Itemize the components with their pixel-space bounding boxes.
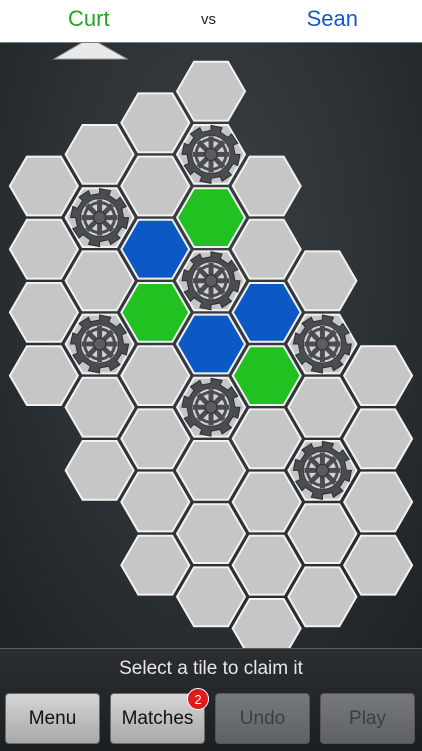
gear-icon: [69, 187, 130, 248]
hex-tile-empty[interactable]: [287, 376, 358, 438]
player2-name: Sean: [306, 6, 358, 31]
hex-tile-empty[interactable]: [287, 566, 358, 628]
hex-tile-empty[interactable]: [175, 503, 247, 564]
hex-tile-empty[interactable]: [8, 155, 80, 217]
footer-bar: Select a tile to claim it Menu Matches U…: [0, 648, 422, 751]
hex-tile-empty[interactable]: [342, 471, 414, 533]
hex-tile-gear: [175, 376, 247, 438]
hex-tile-empty[interactable]: [287, 503, 358, 564]
hex-tile-empty[interactable]: [175, 440, 247, 501]
hex-tile-empty[interactable]: [342, 408, 414, 470]
versus-label: vs: [201, 11, 216, 28]
hex-tile-gear: [287, 313, 358, 375]
hex-tile-empty[interactable]: [287, 250, 358, 312]
status-message: Select a tile to claim it: [119, 658, 303, 679]
gear-icon: [292, 314, 353, 374]
hex-tile-empty[interactable]: [8, 218, 80, 280]
player1-name: Curt: [68, 6, 110, 31]
hex-tile-green: [231, 345, 302, 406]
hex-tile-blue: [175, 313, 247, 375]
hex-tile-empty[interactable]: [64, 376, 135, 438]
hex-tile-empty[interactable]: [120, 534, 191, 596]
hex-tile-empty[interactable]: [342, 534, 414, 596]
game-board-area: [0, 42, 422, 649]
hex-tile-blue: [231, 282, 302, 343]
matches-count-badge: 2: [187, 688, 209, 710]
hex-tile-empty[interactable]: [8, 345, 80, 406]
play-button[interactable]: Play: [320, 693, 415, 744]
hex-tile-empty[interactable]: [231, 534, 302, 596]
hex-tile-empty[interactable]: [175, 60, 247, 122]
hex-tile-empty[interactable]: [8, 282, 80, 343]
scoreboard-header: Curt vs Sean: [0, 0, 422, 42]
hex-tile-green: [120, 282, 191, 343]
hex-tile-empty[interactable]: [120, 345, 191, 406]
hex-tile-green: [175, 187, 247, 248]
hex-tile-empty[interactable]: [120, 92, 191, 154]
menu-button[interactable]: Menu: [5, 693, 100, 744]
hex-tile-empty[interactable]: [120, 408, 191, 470]
gear-icon: [292, 440, 353, 501]
hex-tile-empty[interactable]: [231, 471, 302, 533]
hex-tile-empty[interactable]: [64, 250, 135, 312]
hex-tile-gear: [287, 440, 358, 501]
gear-icon: [69, 314, 130, 374]
hex-tile-empty[interactable]: [231, 408, 302, 470]
gear-icon: [181, 124, 241, 185]
hex-tile-gear: [175, 250, 247, 312]
hex-tile-empty[interactable]: [231, 155, 302, 217]
hex-tile-blue: [120, 218, 191, 280]
hex-tile-empty[interactable]: [64, 124, 135, 185]
gear-icon: [181, 251, 241, 311]
hex-tile-empty[interactable]: [231, 598, 302, 649]
hex-tile-empty[interactable]: [120, 471, 191, 533]
undo-button[interactable]: Undo: [215, 693, 310, 744]
hex-tile-gear: [64, 313, 135, 375]
gear-icon: [181, 377, 241, 437]
hex-tile-gear: [64, 187, 135, 248]
hex-tile-empty[interactable]: [342, 345, 414, 406]
hex-tile-empty[interactable]: [120, 155, 191, 217]
hex-tile-empty[interactable]: [231, 218, 302, 280]
hex-board: [8, 60, 414, 649]
hex-tile-empty[interactable]: [64, 440, 135, 501]
hex-tile-gear: [175, 124, 247, 185]
hex-tile-empty[interactable]: [175, 566, 247, 628]
